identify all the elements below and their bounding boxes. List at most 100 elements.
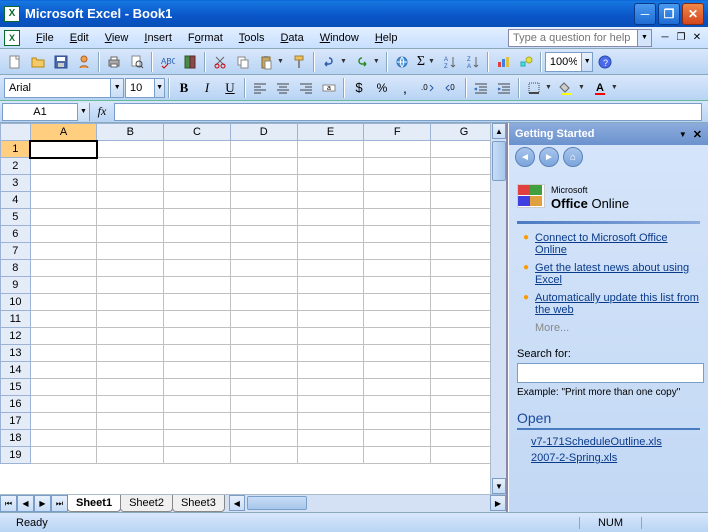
spreadsheet-grid[interactable]: ABCDEFG 12345678910111213141516171819 — [0, 123, 498, 464]
save-button[interactable] — [50, 51, 72, 73]
cell-F1[interactable] — [364, 141, 431, 158]
task-pane-link-1[interactable]: Get the latest news about using Excel — [535, 262, 700, 286]
drawing-toolbar-button[interactable] — [515, 51, 537, 73]
menu-Help[interactable]: Help — [367, 30, 406, 46]
cell-F17[interactable] — [364, 413, 431, 430]
row-header-17[interactable]: 17 — [1, 413, 31, 430]
cell-C7[interactable] — [164, 243, 231, 260]
open-button[interactable] — [27, 51, 49, 73]
row-header-13[interactable]: 13 — [1, 345, 31, 362]
cell-A14[interactable] — [30, 362, 97, 379]
print-preview-button[interactable] — [126, 51, 148, 73]
vertical-scrollbar[interactable]: ▲ ▼ — [490, 123, 506, 494]
hyperlink-button[interactable] — [391, 51, 413, 73]
cell-F4[interactable] — [364, 192, 431, 209]
cell-B16[interactable] — [97, 396, 164, 413]
cell-G10[interactable] — [431, 294, 498, 311]
cell-F2[interactable] — [364, 158, 431, 175]
cell-D9[interactable] — [230, 277, 297, 294]
column-header-D[interactable]: D — [230, 124, 297, 141]
name-box-input[interactable] — [3, 106, 77, 118]
help-search-dropdown[interactable]: ▼ — [638, 29, 652, 47]
help-button[interactable]: ? — [594, 51, 616, 73]
row-header-4[interactable]: 4 — [1, 192, 31, 209]
cell-C18[interactable] — [164, 430, 231, 447]
row-header-2[interactable]: 2 — [1, 158, 31, 175]
task-pane-home-button[interactable]: ⌂ — [563, 147, 583, 167]
redo-button[interactable]: ▼ — [351, 51, 383, 73]
menu-Window[interactable]: Window — [312, 30, 367, 46]
cell-G9[interactable] — [431, 277, 498, 294]
cell-B11[interactable] — [97, 311, 164, 328]
cell-F18[interactable] — [364, 430, 431, 447]
name-box-dropdown[interactable]: ▼ — [77, 103, 89, 121]
cell-C1[interactable] — [164, 141, 231, 158]
cell-A4[interactable] — [30, 192, 97, 209]
cell-A1[interactable] — [30, 141, 97, 158]
cell-G17[interactable] — [431, 413, 498, 430]
cell-C6[interactable] — [164, 226, 231, 243]
italic-button[interactable]: I — [196, 77, 218, 99]
paste-button[interactable]: ▼ — [255, 51, 287, 73]
task-pane-link-2[interactable]: Automatically update this list from the … — [535, 292, 700, 316]
comma-button[interactable]: , — [394, 77, 416, 99]
cell-G18[interactable] — [431, 430, 498, 447]
cell-A8[interactable] — [30, 260, 97, 277]
row-header-10[interactable]: 10 — [1, 294, 31, 311]
cell-B12[interactable] — [97, 328, 164, 345]
cell-A16[interactable] — [30, 396, 97, 413]
task-pane-search-input[interactable] — [517, 363, 704, 383]
tab-first-button[interactable]: ⏮ — [0, 495, 17, 512]
zoom-dropdown[interactable]: ▼ — [581, 53, 591, 71]
cell-G15[interactable] — [431, 379, 498, 396]
cell-F10[interactable] — [364, 294, 431, 311]
copy-button[interactable] — [232, 51, 254, 73]
cell-B17[interactable] — [97, 413, 164, 430]
menu-Edit[interactable]: Edit — [62, 30, 97, 46]
align-right-button[interactable] — [295, 77, 317, 99]
cell-E17[interactable] — [297, 413, 364, 430]
cell-C16[interactable] — [164, 396, 231, 413]
cell-E10[interactable] — [297, 294, 364, 311]
menu-Data[interactable]: Data — [272, 30, 311, 46]
cell-A7[interactable] — [30, 243, 97, 260]
cell-D17[interactable] — [230, 413, 297, 430]
cell-F12[interactable] — [364, 328, 431, 345]
spelling-button[interactable]: ABC — [156, 51, 178, 73]
cell-A13[interactable] — [30, 345, 97, 362]
insert-function-button[interactable]: fx — [94, 104, 110, 120]
cell-E8[interactable] — [297, 260, 364, 277]
cell-B5[interactable] — [97, 209, 164, 226]
row-header-14[interactable]: 14 — [1, 362, 31, 379]
cell-F11[interactable] — [364, 311, 431, 328]
cell-D5[interactable] — [230, 209, 297, 226]
cell-A2[interactable] — [30, 158, 97, 175]
cell-F19[interactable] — [364, 447, 431, 464]
row-header-15[interactable]: 15 — [1, 379, 31, 396]
cell-F6[interactable] — [364, 226, 431, 243]
cell-G12[interactable] — [431, 328, 498, 345]
decrease-indent-button[interactable] — [470, 77, 492, 99]
cell-F16[interactable] — [364, 396, 431, 413]
cell-D13[interactable] — [230, 345, 297, 362]
cell-C9[interactable] — [164, 277, 231, 294]
task-pane-forward-button[interactable]: ► — [539, 147, 559, 167]
workbook-control-icon[interactable]: X — [4, 30, 20, 46]
cell-D14[interactable] — [230, 362, 297, 379]
cell-F7[interactable] — [364, 243, 431, 260]
cell-A10[interactable] — [30, 294, 97, 311]
cell-G3[interactable] — [431, 175, 498, 192]
font-input[interactable] — [5, 82, 110, 94]
currency-button[interactable]: $ — [348, 77, 370, 99]
horizontal-scrollbar[interactable]: ◀ ▶ — [229, 495, 506, 512]
cell-G5[interactable] — [431, 209, 498, 226]
scroll-down-button[interactable]: ▼ — [492, 478, 506, 494]
cell-C3[interactable] — [164, 175, 231, 192]
column-header-B[interactable]: B — [97, 124, 164, 141]
cell-E4[interactable] — [297, 192, 364, 209]
formula-bar[interactable] — [114, 103, 702, 121]
cell-E14[interactable] — [297, 362, 364, 379]
cell-B1[interactable] — [97, 141, 164, 158]
cell-F5[interactable] — [364, 209, 431, 226]
cell-B18[interactable] — [97, 430, 164, 447]
